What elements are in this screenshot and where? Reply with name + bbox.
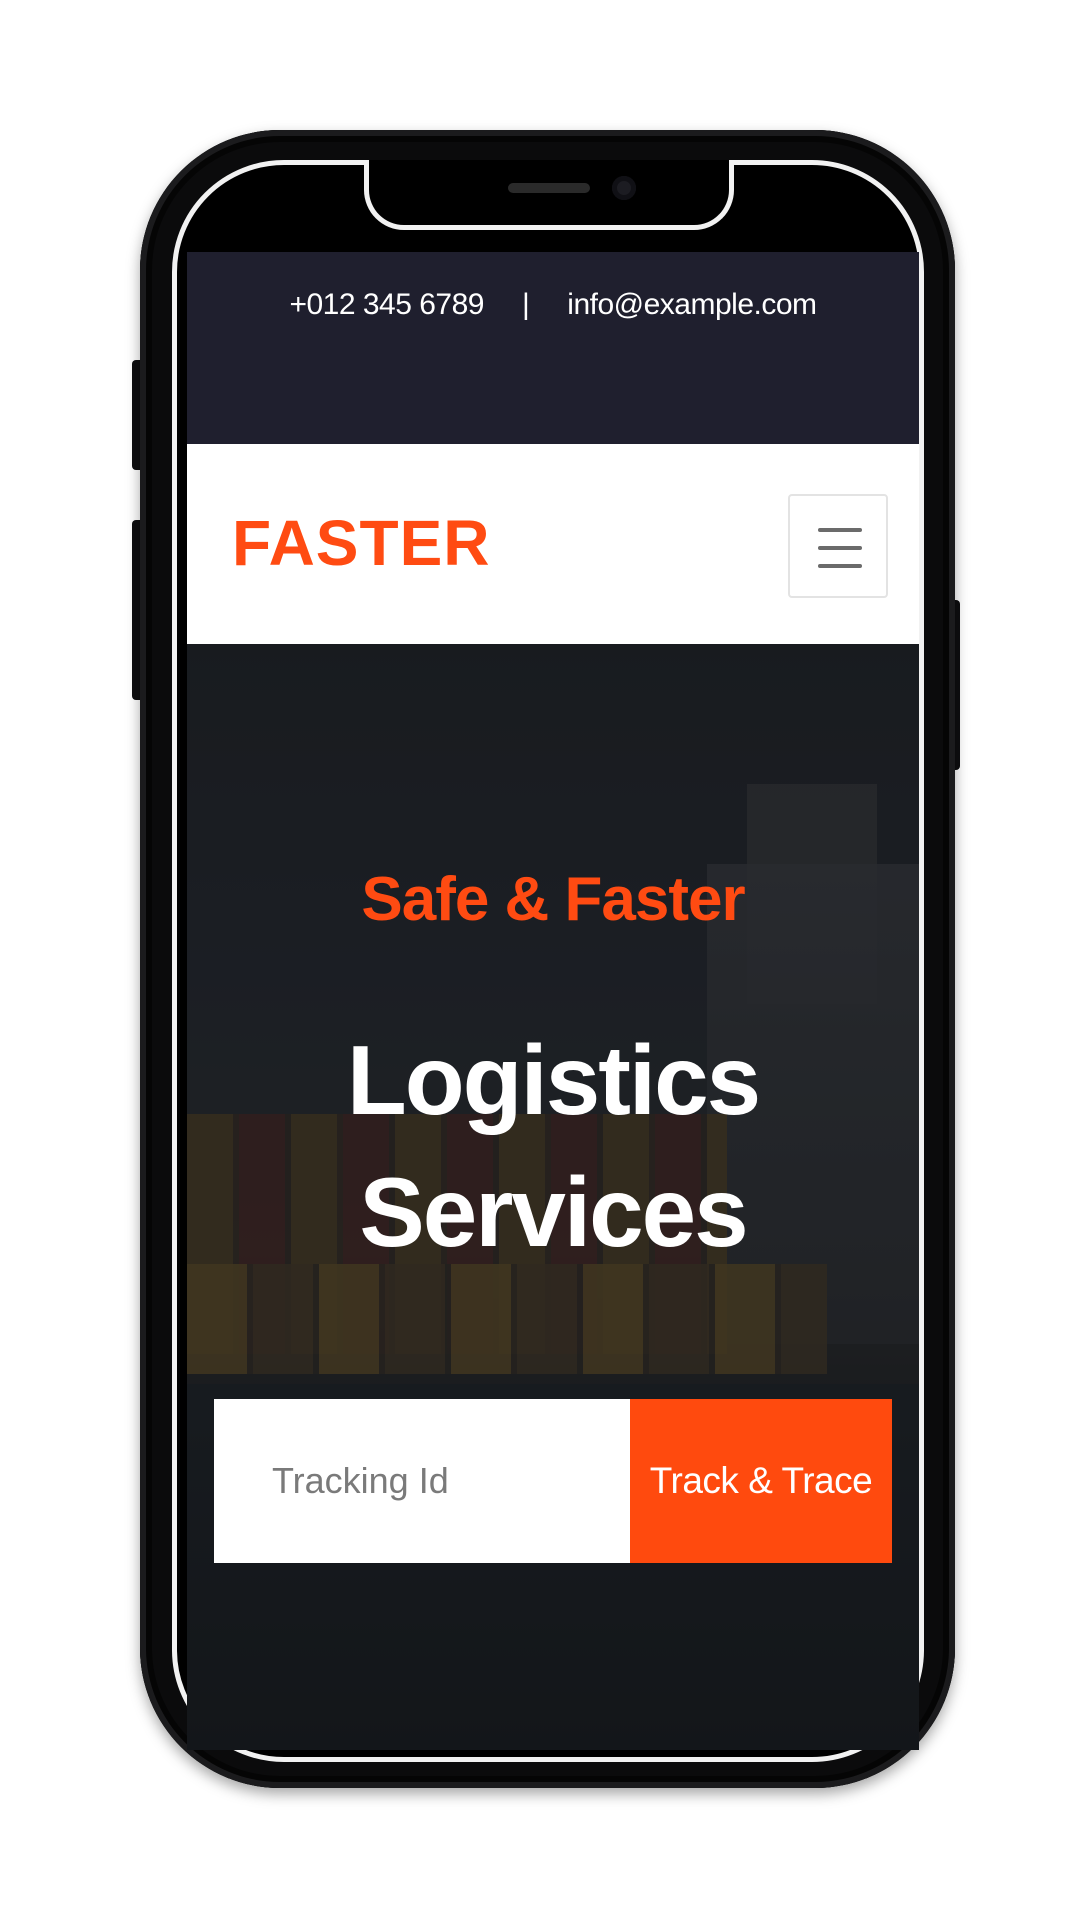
menu-toggle-button[interactable] xyxy=(788,494,888,598)
webpage: +012 345 6789 | info@example.com FASTER Sa… xyxy=(187,252,919,1750)
hero-section: Safe & Faster Logistics Services Track &… xyxy=(187,644,919,1750)
front-camera-icon xyxy=(612,176,636,200)
hamburger-menu-icon xyxy=(818,528,862,532)
hero-title-line-1: Logistics xyxy=(346,1025,761,1135)
track-and-trace-button[interactable]: Track & Trace xyxy=(630,1399,892,1563)
navbar: FASTER xyxy=(187,444,919,644)
brand-logo[interactable]: FASTER xyxy=(232,506,490,580)
hamburger-menu-icon-bar xyxy=(818,546,862,550)
phone-notch xyxy=(364,160,734,230)
hamburger-menu-icon-bar xyxy=(818,564,862,568)
tracking-form: Track & Trace xyxy=(214,1399,892,1563)
hero-title-line-2: Services xyxy=(359,1157,748,1267)
tracking-id-input[interactable] xyxy=(214,1399,630,1563)
phone-number[interactable]: +012 345 6789 xyxy=(289,288,484,321)
contact-separator: | xyxy=(522,288,530,321)
device-mockup: +012 345 6789 | info@example.com FASTER Sa… xyxy=(0,0,1080,1920)
hero-subtitle: Safe & Faster xyxy=(361,865,745,934)
hero-title: Logistics Services xyxy=(187,1014,919,1278)
contact-info: +012 345 6789 | info@example.com xyxy=(187,288,919,322)
email-address[interactable]: info@example.com xyxy=(567,288,817,321)
speaker-grille xyxy=(508,183,590,193)
contact-topbar: +012 345 6789 | info@example.com xyxy=(187,252,919,444)
